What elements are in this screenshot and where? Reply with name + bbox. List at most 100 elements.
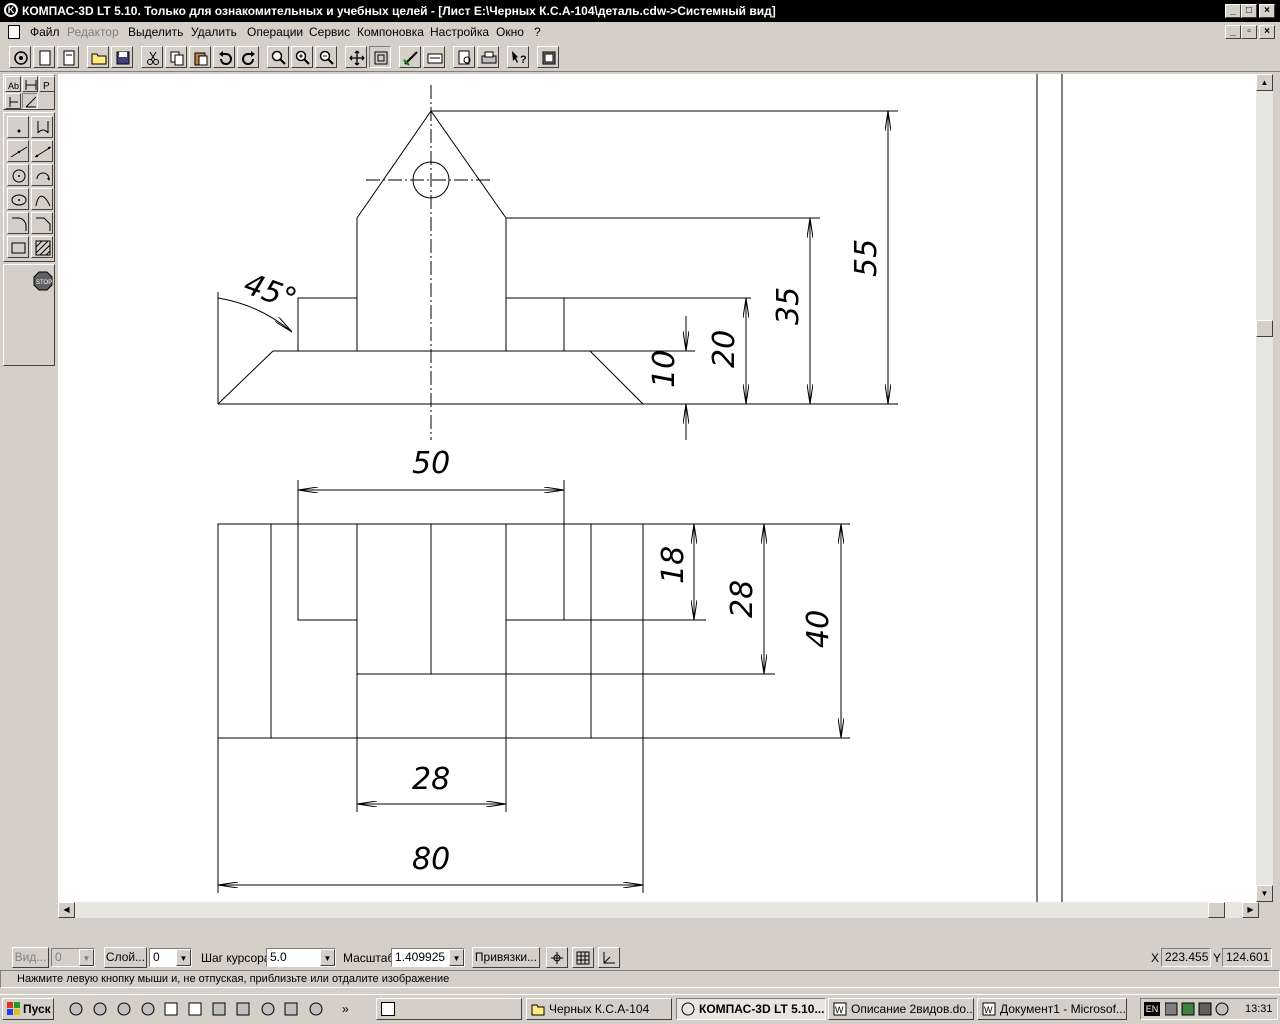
local-cs-icon[interactable] [598,947,620,968]
layer-select[interactable]: 0 ▼ [149,948,192,967]
context-help-icon[interactable]: ? [507,46,529,68]
chevron-down-icon[interactable]: ▼ [320,949,335,966]
hatch-tool-icon[interactable] [31,236,53,258]
tray-icon[interactable] [1198,1002,1212,1016]
ie-icon[interactable] [69,1002,83,1016]
task-kompas[interactable]: КОМПАС-3D LT 5.10... [676,998,826,1020]
scroll-down-button[interactable]: ▼ [1256,885,1273,902]
app-icon[interactable] [309,1002,323,1016]
snaps-button[interactable]: Привязки... [472,947,540,968]
menu-select[interactable]: Выделить [128,25,183,39]
point-tool-icon[interactable] [7,116,29,138]
edit-mode-icon[interactable]: P [39,76,55,92]
doc-minimize-button[interactable]: _ [1225,25,1241,39]
menu-editor[interactable]: Редактор [67,25,119,39]
geometry-mode-icon[interactable]: Ab [5,76,21,92]
segment-tool-icon[interactable] [7,140,29,162]
menu-file[interactable]: Файл [30,25,60,39]
measure-mode-icon[interactable] [5,93,21,109]
chevron-down-icon[interactable]: ▼ [176,949,191,966]
open-folder-icon[interactable] [87,46,109,68]
save-icon[interactable] [111,46,133,68]
new-sheet-icon[interactable] [33,46,55,68]
step-select[interactable]: 5.0 ▼ [266,948,336,967]
redo-icon[interactable] [237,46,259,68]
doc-close-button[interactable]: × [1259,25,1275,39]
language-indicator[interactable]: EN [1144,1002,1160,1016]
maximize-button[interactable]: □ [1241,4,1257,18]
redraw-icon[interactable] [399,46,421,68]
app-icon[interactable] [212,1002,226,1016]
doc-restore-button[interactable]: ▫ [1241,25,1257,39]
task-word-document[interactable]: W Документ1 - Microsof... [977,998,1127,1020]
minimize-button[interactable]: _ [1225,4,1241,18]
angle-mode-icon[interactable] [22,93,38,109]
library-icon[interactable] [537,46,559,68]
stop-icon[interactable]: STOP [33,271,53,291]
ellipse-tool-icon[interactable] [7,188,29,210]
menu-operations[interactable]: Операции [247,25,303,39]
scroll-thumb[interactable] [1256,320,1273,337]
segment-parallel-tool-icon[interactable] [31,140,53,162]
cut-icon[interactable] [141,46,163,68]
task-word-description[interactable]: W Описание 2видов.do... [828,998,974,1020]
menu-service[interactable]: Сервис [309,25,350,39]
view-select[interactable]: 0 ▼ [51,948,95,967]
task-empty[interactable] [376,998,522,1020]
excel-icon[interactable] [188,1002,202,1016]
layer-button[interactable]: Слой... [104,947,147,968]
vertical-scrollbar[interactable]: ▲ ▼ [1256,74,1273,902]
aux-line-tool-icon[interactable] [31,116,53,138]
new-fragment-icon[interactable] [57,46,79,68]
view-button[interactable]: Вид... [12,947,49,968]
app-icon[interactable] [261,1002,275,1016]
chamfer-tool-icon[interactable] [31,212,53,234]
menu-layout[interactable]: Компоновка [357,25,424,39]
app-icon[interactable] [236,1002,250,1016]
zoom-in-icon[interactable] [291,46,313,68]
tray-icon[interactable] [1165,1002,1178,1016]
undo-icon[interactable] [213,46,235,68]
scroll-right-button[interactable]: ▶ [1242,902,1259,918]
more-chevron-icon[interactable]: » [342,1002,349,1016]
grid-icon[interactable] [572,947,594,968]
drawing-canvas[interactable]: 55 35 20 10 45° 50 18 28 40 28 80 [58,74,1256,902]
dimensions-mode-icon[interactable] [22,76,38,92]
rectangle-tool-icon[interactable] [7,236,29,258]
scroll-left-button[interactable]: ◀ [58,902,75,918]
circle-tool-icon[interactable] [7,164,29,186]
arc-tool-icon[interactable] [31,164,53,186]
scroll-h-thumb[interactable] [1208,902,1225,918]
paste-icon[interactable] [189,46,211,68]
tray-icon[interactable] [1215,1002,1229,1016]
zoom-dynamic-icon[interactable] [369,46,391,68]
start-button[interactable]: Пуск [2,998,54,1020]
kompas-icon[interactable] [9,46,31,68]
copy-icon[interactable] [165,46,187,68]
menu-window[interactable]: Окно [496,25,524,39]
zoom-out-icon[interactable] [315,46,337,68]
app-icon[interactable] [93,1002,107,1016]
word-icon[interactable] [164,1002,178,1016]
horizontal-scrollbar[interactable]: ◀ ▶ [58,902,1259,918]
scroll-up-button[interactable]: ▲ [1256,74,1273,91]
snap-grid-icon[interactable] [546,947,568,968]
chevron-down-icon[interactable]: ▼ [79,949,94,966]
preview-icon[interactable] [453,46,475,68]
menu-delete[interactable]: Удалить [191,25,237,39]
task-folder[interactable]: Черных К.С.А-104 [526,998,672,1020]
app-icon[interactable] [117,1002,131,1016]
chevron-down-icon[interactable]: ▼ [449,949,464,966]
document-icon[interactable] [8,25,20,39]
properties-icon[interactable] [423,46,445,68]
menu-settings[interactable]: Настройка [430,25,489,39]
app-icon[interactable] [141,1002,155,1016]
scale-select[interactable]: 1.409925 ▼ [391,948,465,967]
fillet-tool-icon[interactable] [7,212,29,234]
zoom-window-icon[interactable] [267,46,289,68]
app-icon[interactable] [284,1002,298,1016]
close-button[interactable]: × [1259,4,1275,18]
tray-icon[interactable] [1181,1002,1195,1016]
print-icon[interactable] [477,46,499,68]
menu-help[interactable]: ? [534,25,541,39]
